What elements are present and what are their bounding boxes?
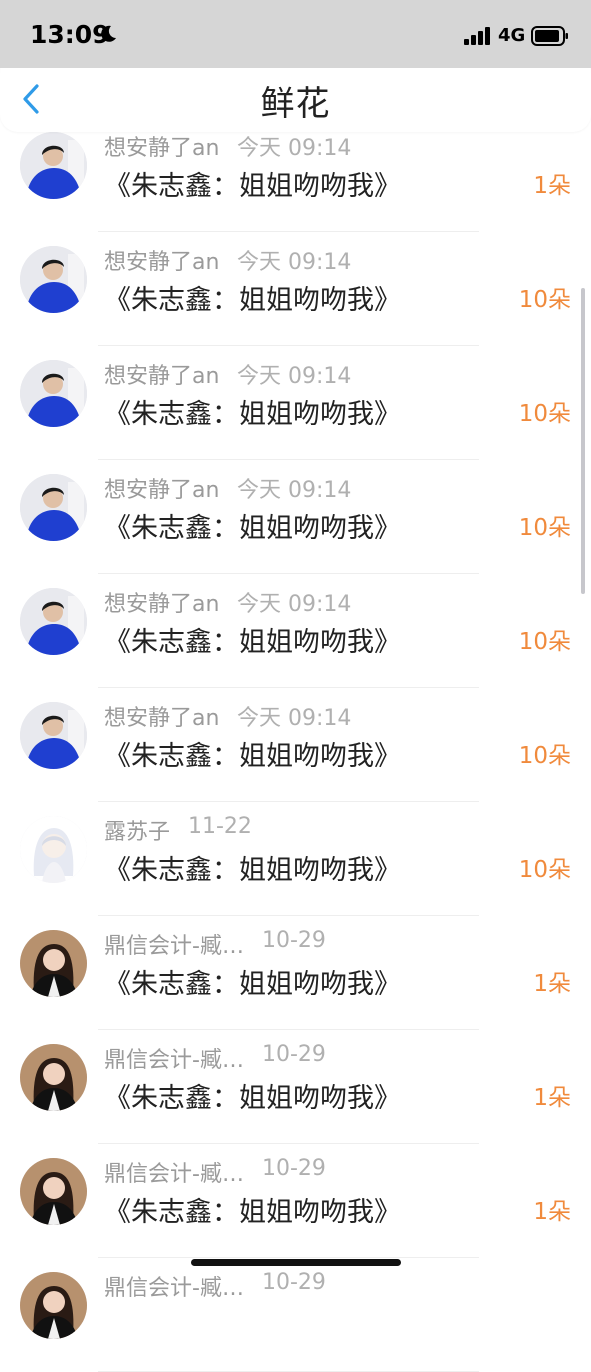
sent-time: 今天 09:14 bbox=[237, 592, 352, 617]
avatar[interactable] bbox=[20, 816, 87, 883]
sent-time: 今天 09:14 bbox=[237, 136, 352, 161]
avatar[interactable] bbox=[20, 930, 87, 997]
flower-count: 10朵 bbox=[518, 287, 571, 313]
gift-title: 《朱志鑫：姐姐吻吻我》 bbox=[104, 171, 401, 202]
gift-record-row[interactable]: 想安静了an 今天 09:14 《朱志鑫：姐姐吻吻我》 10朵 bbox=[0, 232, 591, 346]
sent-time: 今天 09:14 bbox=[237, 478, 352, 503]
sender-name: 想安静了an bbox=[104, 706, 220, 731]
sender-name: 想安静了an bbox=[104, 364, 220, 389]
avatar[interactable] bbox=[20, 1272, 87, 1339]
do-not-disturb-icon bbox=[101, 25, 116, 42]
flower-count: 10朵 bbox=[518, 857, 571, 883]
avatar[interactable] bbox=[20, 132, 87, 199]
gift-title: 《朱志鑫：姐姐吻吻我》 bbox=[104, 969, 401, 1000]
avatar[interactable] bbox=[20, 474, 87, 541]
sender-name: 想安静了an bbox=[104, 136, 220, 161]
sent-time: 今天 09:14 bbox=[237, 250, 352, 275]
sender-name: 想安静了an bbox=[104, 478, 220, 503]
gift-record-row[interactable]: 鼎信会计-臧… 10-29 bbox=[0, 1258, 591, 1372]
cellular-signal-icon bbox=[464, 27, 490, 45]
sent-time: 11-22 bbox=[188, 814, 252, 839]
avatar[interactable] bbox=[20, 1158, 87, 1225]
gift-title: 《朱志鑫：姐姐吻吻我》 bbox=[104, 285, 401, 316]
flower-count: 1朵 bbox=[533, 1199, 571, 1225]
avatar[interactable] bbox=[20, 702, 87, 769]
gift-title: 《朱志鑫：姐姐吻吻我》 bbox=[104, 513, 401, 544]
sender-name: 露苏子 bbox=[104, 820, 171, 845]
gift-title: 《朱志鑫：姐姐吻吻我》 bbox=[104, 627, 401, 658]
gift-title: 《朱志鑫：姐姐吻吻我》 bbox=[104, 741, 401, 772]
network-type: 4G bbox=[498, 25, 526, 46]
flower-count: 10朵 bbox=[518, 515, 571, 541]
status-bar: 13:09 4G bbox=[0, 0, 591, 68]
gift-title: 《朱志鑫：姐姐吻吻我》 bbox=[104, 399, 401, 430]
sent-time: 10-29 bbox=[262, 1270, 326, 1295]
avatar[interactable] bbox=[20, 360, 87, 427]
sent-time: 10-29 bbox=[262, 1156, 326, 1181]
sent-time: 10-29 bbox=[262, 1042, 326, 1067]
gift-title: 《朱志鑫：姐姐吻吻我》 bbox=[104, 1083, 401, 1114]
gift-record-list: 想安静了an 今天 09:14 《朱志鑫：姐姐吻吻我》 1朵 想安静了an 今天 09:1… bbox=[0, 118, 591, 1372]
gift-record-row[interactable]: 想安静了an 今天 09:14 《朱志鑫：姐姐吻吻我》 10朵 bbox=[0, 688, 591, 802]
gift-record-row[interactable]: 露苏子 11-22 《朱志鑫：姐姐吻吻我》 10朵 bbox=[0, 802, 591, 916]
flower-count: 10朵 bbox=[518, 743, 571, 769]
gift-record-row[interactable]: 想安静了an 今天 09:14 《朱志鑫：姐姐吻吻我》 10朵 bbox=[0, 574, 591, 688]
gift-record-row[interactable]: 想安静了an 今天 09:14 《朱志鑫：姐姐吻吻我》 10朵 bbox=[0, 460, 591, 574]
battery-icon bbox=[531, 26, 568, 46]
sender-name: 鼎信会计-臧… bbox=[104, 1276, 244, 1301]
page-title: 鲜花 bbox=[260, 84, 331, 124]
sent-time: 今天 09:14 bbox=[237, 706, 352, 731]
gift-record-row[interactable]: 鼎信会计-臧… 10-29 《朱志鑫：姐姐吻吻我》 1朵 bbox=[0, 916, 591, 1030]
flower-count: 1朵 bbox=[533, 971, 571, 997]
avatar[interactable] bbox=[20, 246, 87, 313]
avatar[interactable] bbox=[20, 588, 87, 655]
flower-count: 10朵 bbox=[518, 401, 571, 427]
gift-record-row[interactable]: 想安静了an 今天 09:14 《朱志鑫：姐姐吻吻我》 1朵 bbox=[0, 118, 591, 232]
scrollbar[interactable] bbox=[581, 288, 585, 594]
home-indicator[interactable] bbox=[191, 1259, 401, 1266]
sender-name: 鼎信会计-臧… bbox=[104, 934, 244, 959]
sender-name: 鼎信会计-臧… bbox=[104, 1162, 244, 1187]
gift-record-row[interactable]: 想安静了an 今天 09:14 《朱志鑫：姐姐吻吻我》 10朵 bbox=[0, 346, 591, 460]
sent-time: 今天 09:14 bbox=[237, 364, 352, 389]
sender-name: 想安静了an bbox=[104, 250, 220, 275]
gift-title: 《朱志鑫：姐姐吻吻我》 bbox=[104, 1197, 401, 1228]
sender-name: 鼎信会计-臧… bbox=[104, 1048, 244, 1073]
gift-record-row[interactable]: 鼎信会计-臧… 10-29 《朱志鑫：姐姐吻吻我》 1朵 bbox=[0, 1030, 591, 1144]
flower-count: 1朵 bbox=[533, 1085, 571, 1111]
avatar[interactable] bbox=[20, 1044, 87, 1111]
flower-count: 1朵 bbox=[533, 173, 571, 199]
flower-count: 10朵 bbox=[518, 629, 571, 655]
gift-record-row[interactable]: 鼎信会计-臧… 10-29 《朱志鑫：姐姐吻吻我》 1朵 bbox=[0, 1144, 591, 1258]
sent-time: 10-29 bbox=[262, 928, 326, 953]
sender-name: 想安静了an bbox=[104, 592, 220, 617]
gift-title: 《朱志鑫：姐姐吻吻我》 bbox=[104, 855, 401, 886]
